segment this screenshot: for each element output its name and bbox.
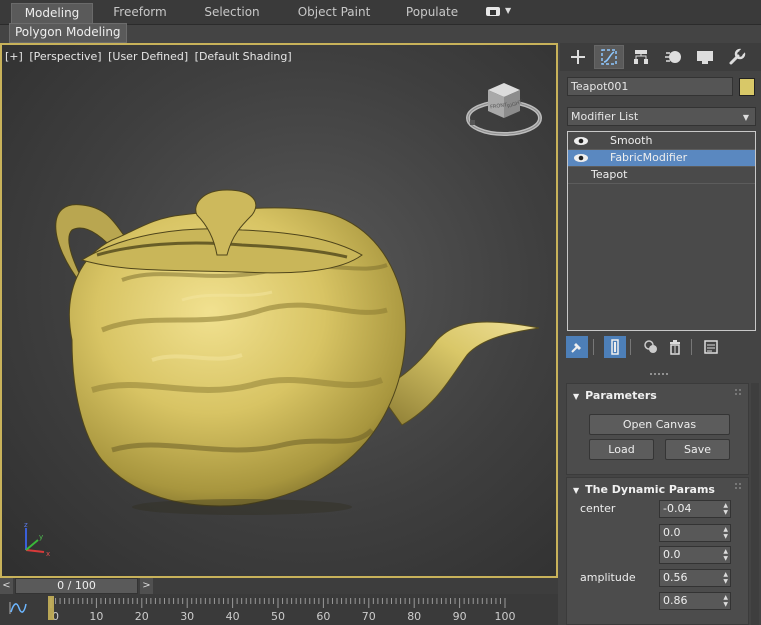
ruler-tick-label: 50: [271, 610, 285, 623]
rollout-grip-icon[interactable]: [734, 482, 742, 490]
create-icon[interactable]: [563, 45, 593, 69]
tab-modeling[interactable]: Modeling: [11, 3, 93, 25]
stack-toolbar: [566, 336, 758, 360]
ruler-tick-label: 60: [316, 610, 330, 623]
spinner-value: 0.56: [663, 571, 688, 584]
amplitude-label: amplitude: [580, 571, 636, 584]
ruler-tick-label: 10: [89, 610, 103, 623]
ruler-tick-label: 20: [135, 610, 149, 623]
ribbon-options-icon[interactable]: [486, 7, 500, 16]
toolbar-divider: [691, 339, 692, 355]
modifier-list-dropdown[interactable]: Modifier List ▼: [567, 107, 756, 126]
visibility-eye-icon[interactable]: [573, 136, 589, 146]
toolbar-divider: [593, 339, 594, 355]
modifier-stack[interactable]: Smooth FabricModifier Teapot: [567, 131, 756, 331]
perspective-viewport[interactable]: [+] [Perspective] [User Defined] [Defaul…: [0, 43, 558, 578]
rollout-title: Parameters: [585, 389, 657, 402]
ribbon-tab-bar: Modeling Freeform Selection Object Paint…: [0, 0, 761, 25]
object-color-swatch[interactable]: [739, 78, 755, 96]
hierarchy-icon[interactable]: [626, 45, 656, 69]
trackbar-ruler[interactable]: 0 10 20 30 40 50 60 70 80 90 100: [46, 596, 558, 624]
viewport-shading-menu[interactable]: [Default Shading]: [195, 50, 292, 63]
ruler-tick-label: 30: [180, 610, 194, 623]
spinner-value: 0.0: [663, 548, 681, 561]
show-end-result-icon[interactable]: [604, 336, 626, 358]
ruler-tick-label: 90: [453, 610, 467, 623]
dynamic-params-rollout: ▼ The Dynamic Params center -0.04 ▲ ▼ 0.0 …: [566, 477, 749, 625]
save-button[interactable]: Save: [665, 439, 730, 460]
time-slider-thumb[interactable]: 0 / 100: [15, 578, 138, 594]
ruler-tick-label: 80: [407, 610, 421, 623]
viewport-stereo-menu[interactable]: [User Defined]: [108, 50, 188, 63]
tab-freeform[interactable]: Freeform: [100, 3, 180, 23]
spinner-arrows-icon[interactable]: ▲ ▼: [723, 571, 728, 585]
previous-frame-button[interactable]: <: [0, 578, 13, 594]
pin-stack-icon[interactable]: [566, 336, 588, 358]
remove-modifier-icon[interactable]: [664, 336, 686, 358]
stack-item-label: Smooth: [610, 134, 653, 147]
curve-editor-icon[interactable]: [8, 600, 28, 616]
utilities-icon[interactable]: [722, 45, 752, 69]
stack-item-smooth[interactable]: Smooth: [568, 133, 755, 150]
ruler-tick-label: 70: [362, 610, 376, 623]
center-y-spinner[interactable]: 0.0 ▲ ▼: [659, 524, 731, 542]
parameters-rollout-header[interactable]: ▼ Parameters: [573, 389, 657, 402]
center-z-spinner[interactable]: 0.0 ▲ ▼: [659, 546, 731, 564]
stack-item-fabricmodifier[interactable]: FabricModifier: [568, 150, 755, 167]
panel-resize-grip-icon[interactable]: [648, 371, 672, 377]
ruler-tick-label: 40: [226, 610, 240, 623]
spinner-value: 0.0: [663, 526, 681, 539]
chevron-down-icon[interactable]: ▼: [505, 6, 511, 15]
axis-y-label: y: [39, 533, 43, 541]
open-canvas-button[interactable]: Open Canvas: [589, 414, 730, 435]
command-panel-tabs: [560, 43, 761, 71]
panel-polygon-modeling[interactable]: Polygon Modeling: [9, 23, 127, 43]
dynamic-params-rollout-header[interactable]: ▼ The Dynamic Params: [573, 483, 715, 496]
axis-z-label: z: [24, 521, 28, 529]
stack-item-label: Teapot: [591, 168, 628, 181]
spinner-value: 0.86: [663, 594, 688, 607]
tab-object-paint[interactable]: Object Paint: [290, 3, 378, 23]
spinner-arrows-icon[interactable]: ▲ ▼: [723, 594, 728, 608]
tab-populate[interactable]: Populate: [396, 3, 468, 23]
tab-selection[interactable]: Selection: [192, 3, 272, 23]
modify-icon[interactable]: [594, 45, 624, 69]
motion-icon[interactable]: [658, 45, 688, 69]
amplitude-x-spinner[interactable]: 0.56 ▲ ▼: [659, 569, 731, 587]
stack-item-teapot[interactable]: Teapot: [568, 167, 755, 184]
next-frame-button[interactable]: >: [140, 578, 153, 594]
rollout-grip-icon[interactable]: [734, 388, 742, 396]
viewport-point-of-view-menu[interactable]: [Perspective]: [29, 50, 101, 63]
command-panel-scrollbar[interactable]: [751, 383, 759, 625]
stack-item-label: FabricModifier: [610, 151, 688, 164]
viewport-general-menu[interactable]: [+]: [5, 50, 23, 63]
spinner-arrows-icon[interactable]: ▲ ▼: [723, 502, 728, 516]
collapse-triangle-icon[interactable]: ▼: [573, 392, 579, 401]
object-name-field[interactable]: Teapot001: [567, 77, 733, 96]
configure-modifier-sets-icon[interactable]: [700, 336, 722, 358]
visibility-eye-icon[interactable]: [573, 153, 589, 163]
rollout-title: The Dynamic Params: [585, 483, 715, 496]
axis-tripod: z x y: [24, 521, 50, 558]
teapot-object[interactable]: [42, 160, 547, 520]
axis-x-label: x: [46, 550, 50, 558]
spinner-arrows-icon[interactable]: ▲ ▼: [723, 548, 728, 562]
ruler-tick-label: 100: [495, 610, 516, 623]
parameters-rollout: ▼ Parameters Open Canvas Load Save: [566, 383, 749, 475]
make-unique-icon[interactable]: [640, 336, 662, 358]
center-x-spinner[interactable]: -0.04 ▲ ▼: [659, 500, 731, 518]
spinner-value: -0.04: [663, 502, 692, 515]
current-frame-marker[interactable]: [48, 596, 54, 620]
collapse-triangle-icon[interactable]: ▼: [573, 486, 579, 495]
viewport-label-menu[interactable]: [+] [Perspective] [User Defined] [Defaul…: [5, 50, 295, 63]
toolbar-divider: [630, 339, 631, 355]
chevron-down-icon: ▼: [742, 113, 749, 122]
spinner-arrows-icon[interactable]: ▲ ▼: [723, 526, 728, 540]
display-icon[interactable]: [690, 45, 720, 69]
load-button[interactable]: Load: [589, 439, 654, 460]
amplitude-y-spinner[interactable]: 0.86 ▲ ▼: [659, 592, 731, 610]
modifier-list-label: Modifier List: [571, 110, 639, 123]
viewcube[interactable]: FRONT RIGHT: [464, 78, 544, 148]
center-label: center: [580, 502, 616, 515]
